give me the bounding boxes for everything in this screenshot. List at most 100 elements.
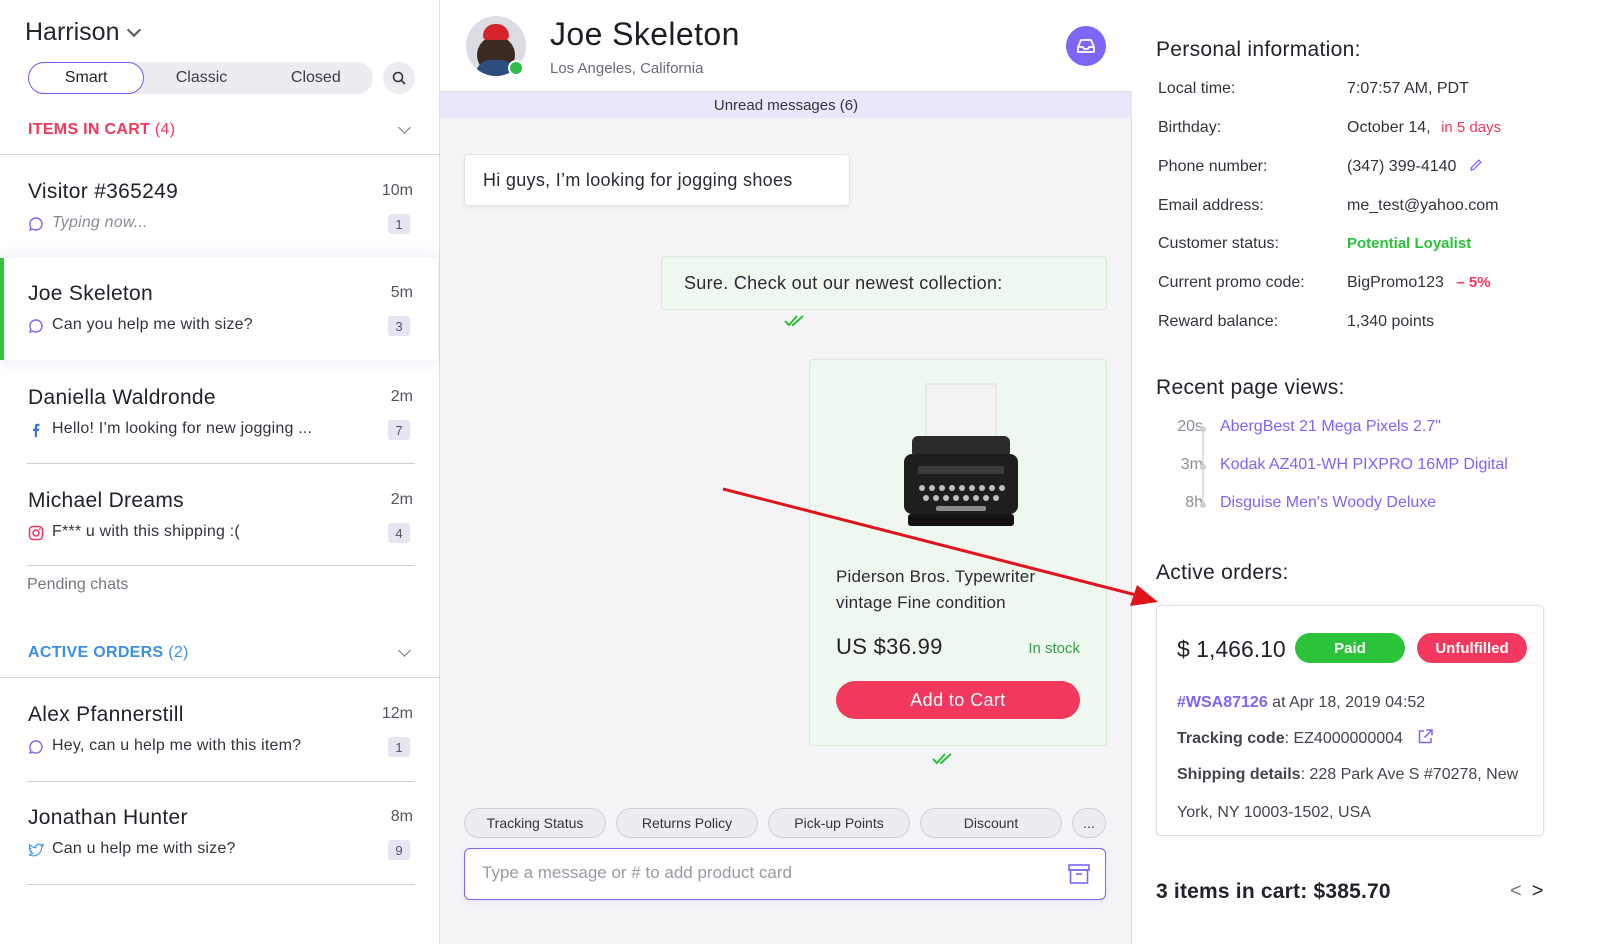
timeline-dot [1200, 502, 1206, 508]
divider [27, 463, 415, 464]
chat-preview: Hey, can u help me with this item? [52, 737, 302, 754]
outgoing-message: Sure. Check out our newest collection: [661, 256, 1107, 310]
chevron-down-icon[interactable] [398, 644, 411, 657]
read-receipt-icon [784, 315, 804, 327]
chat-bubble-icon [28, 216, 44, 232]
online-status-dot [508, 60, 524, 76]
birthday-countdown: in 5 days [1441, 119, 1502, 136]
agent-name[interactable]: Harrison [25, 18, 119, 47]
divider [0, 677, 440, 678]
contact-name: Joe Skeleton [550, 16, 740, 52]
quick-reply-returns-policy[interactable]: Returns Policy [616, 808, 758, 838]
contact-location: Los Angeles, California [550, 60, 704, 77]
chat-preview: Can u help me with size? [52, 840, 236, 857]
chat-bubble-icon [28, 739, 44, 755]
promo-code: BigPromo123 [1347, 274, 1444, 291]
edit-pencil-icon[interactable] [1469, 158, 1483, 172]
pending-chats-link[interactable]: Pending chats [27, 576, 128, 594]
unread-messages-bar[interactable]: Unread messages (6) [440, 92, 1132, 118]
message-composer [464, 848, 1106, 900]
next-arrow-button[interactable]: > [1532, 880, 1544, 903]
page-view-time: 20s [1177, 418, 1203, 435]
tab-closed[interactable]: Closed [259, 62, 373, 94]
customer-status-label: Customer status: [1158, 235, 1279, 252]
agent-switcher[interactable]: Harrison [25, 18, 142, 47]
timeline-dot [1200, 426, 1206, 432]
personal-info-title: Personal information: [1156, 38, 1361, 61]
local-time-value: 7:07:57 AM, PDT [1347, 80, 1469, 97]
page-view-time: 8h [1185, 494, 1203, 511]
search-button[interactable] [383, 62, 415, 94]
chat-name: Visitor #365249 [28, 180, 179, 203]
external-link-icon[interactable] [1417, 728, 1434, 745]
sort-segmented-control: Smart Classic Closed [28, 62, 373, 94]
active-orders-header[interactable]: ACTIVE ORDERS (2) [28, 644, 189, 662]
items-in-cart-label: ITEMS IN CART [28, 121, 151, 138]
chat-preview: Typing now... [52, 214, 148, 231]
cart-pagination: < > [1510, 880, 1543, 903]
chat-list-panel: Harrison Smart Classic Closed ITEMS IN C… [0, 0, 440, 944]
chat-list-item[interactable]: Jonathan Hunter 8m Can u help me with si… [0, 782, 438, 882]
chevron-down-icon[interactable] [127, 22, 142, 37]
chat-time: 2m [390, 388, 413, 405]
product-name: Piderson Bros. Typewriter vintage Fine c… [836, 567, 1036, 612]
birthday-value: October 14, in 5 days [1347, 119, 1501, 137]
tracking-code: : EZ4000000004 [1284, 730, 1403, 747]
customer-status-value: Potential Loyalist [1347, 235, 1472, 252]
divider [27, 884, 415, 885]
order-id-link[interactable]: #WSA87126 [1177, 694, 1268, 711]
page-view-link[interactable]: Disguise Men's Woody Deluxe [1220, 494, 1436, 512]
page-view-link[interactable]: Kodak AZ401-WH PIXPRO 16MP Digital [1220, 456, 1508, 474]
quick-replies: Tracking Status Returns Policy Pick-up P… [464, 808, 1106, 838]
search-icon [392, 71, 406, 85]
active-orders-label: ACTIVE ORDERS [28, 644, 164, 661]
order-id-line: #WSA87126 at Apr 18, 2019 04:52 [1177, 694, 1425, 712]
shipping-address-2: York, NY 10003-1502, USA [1177, 804, 1371, 821]
inbox-icon [1077, 39, 1095, 53]
quick-reply-discount[interactable]: Discount [920, 808, 1062, 838]
fulfillment-status-badge: Unfulfilled [1417, 633, 1527, 663]
active-orders-title: Active orders: [1156, 561, 1289, 584]
add-to-cart-button[interactable]: Add to Cart [836, 681, 1080, 719]
conversation-header: Joe Skeleton Los Angeles, California [440, 0, 1132, 92]
unread-badge: 4 [388, 523, 410, 543]
promo-code-value: BigPromo123 – 5% [1347, 274, 1491, 292]
quick-reply-tracking-status[interactable]: Tracking Status [464, 808, 606, 838]
prev-arrow-button[interactable]: < [1510, 880, 1522, 903]
product-card-icon[interactable] [1067, 863, 1091, 885]
chat-time: 5m [390, 284, 413, 301]
chat-list-item-selected[interactable]: Joe Skeleton 5m Can you help me with siz… [0, 258, 438, 360]
page-view-time: 3m [1180, 456, 1203, 473]
message-input[interactable] [482, 863, 1042, 883]
tab-classic[interactable]: Classic [144, 62, 258, 94]
chat-list-item[interactable]: Alex Pfannerstill 12m Hey, can u help me… [0, 679, 438, 779]
customer-info-panel: Personal information: Local time: 7:07:5… [1132, 0, 1600, 944]
chevron-down-icon[interactable] [398, 121, 411, 134]
phone-number: (347) 399-4140 [1347, 158, 1457, 175]
chat-name: Alex Pfannerstill [28, 703, 184, 726]
more-quick-replies-button[interactable]: ... [1072, 808, 1106, 838]
chat-list-item[interactable]: Visitor #365249 10m Typing now... 1 [0, 156, 438, 256]
items-in-cart-header[interactable]: ITEMS IN CART (4) [28, 121, 175, 139]
birthday-label: Birthday: [1158, 119, 1222, 136]
quick-reply-pick-up-points[interactable]: Pick-up Points [768, 808, 910, 838]
shipping-line: Shipping details: 228 Park Ave S #70278,… [1177, 766, 1518, 784]
incoming-message: Hi guys, I’m looking for jogging shoes [464, 154, 850, 206]
inbox-button[interactable] [1066, 26, 1106, 66]
tab-smart[interactable]: Smart [28, 62, 145, 94]
unread-badge: 1 [388, 214, 410, 234]
product-price: US $36.99 [836, 634, 943, 659]
promo-code-label: Current promo code: [1158, 274, 1305, 291]
chat-list-item[interactable]: Michael Dreams 2m F*** u with this shipp… [0, 465, 438, 565]
chat-time: 8m [390, 808, 413, 825]
chat-preview: Can you help me with size? [52, 316, 253, 333]
items-in-cart-count: (4) [154, 121, 176, 138]
chat-time: 10m [381, 182, 413, 199]
product-card[interactable]: Piderson Bros. Typewriter vintage Fine c… [809, 359, 1107, 746]
chat-list-item[interactable]: Daniella Waldronde 2m Hello! I’m looking… [0, 362, 438, 462]
instagram-icon [28, 525, 44, 541]
reward-balance-label: Reward balance: [1158, 313, 1279, 330]
chat-bubble-icon [28, 318, 44, 334]
page-view-link[interactable]: AbergBest 21 Mega Pixels 2.7" [1220, 418, 1441, 436]
phone-label: Phone number: [1158, 158, 1268, 175]
